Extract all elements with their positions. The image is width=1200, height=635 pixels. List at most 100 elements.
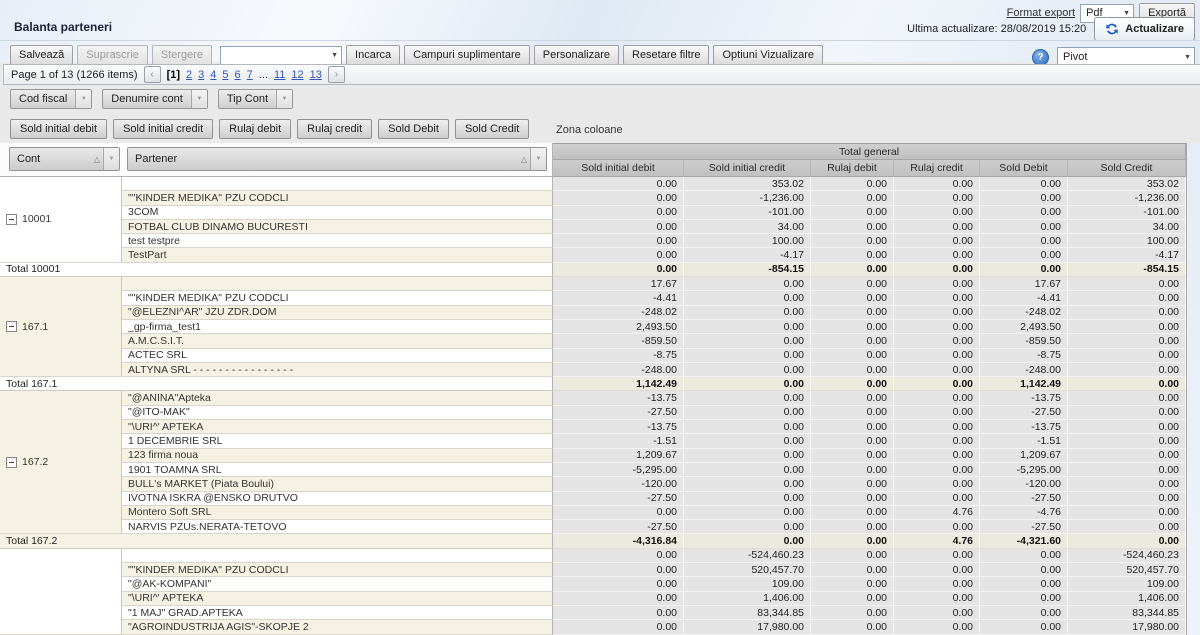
refresh-button[interactable]: Actualizare	[1094, 17, 1195, 41]
extra-fields-button[interactable]: Campuri suplimentare	[404, 45, 530, 65]
pivot-total-value: 0.00	[811, 534, 894, 548]
row-field-button[interactable]: Cont△▼	[9, 147, 120, 171]
pivot-value-cell: -4.17	[684, 248, 811, 262]
data-field-button[interactable]: Sold Debit	[378, 119, 449, 139]
pivot-column-header[interactable]: Rulaj debit	[811, 160, 894, 177]
pivot-value-cell: 0.00	[894, 549, 980, 563]
pivot-value-cell: 520,457.70	[684, 563, 811, 577]
pivot-value-cell: 0.00	[811, 291, 894, 305]
pivot-column-header[interactable]: Sold initial credit	[684, 160, 811, 177]
pivot-total-value: 0.00	[811, 263, 894, 277]
save-button[interactable]: Salvează	[10, 45, 73, 65]
load-button[interactable]: Incarca	[346, 45, 400, 65]
sort-asc-icon[interactable]: △	[518, 155, 530, 164]
pivot-value-cell: -859.50	[553, 334, 684, 348]
personalize-button[interactable]: Personalizare	[534, 45, 619, 65]
pivot-partner-cell: "@ELEZNI^AR" JZU ZDR.DOM	[122, 306, 553, 320]
pivot-group-cell	[0, 549, 122, 635]
filter-field-label: Tip Cont	[219, 90, 276, 108]
pivot-value-cell: 0.00	[980, 234, 1068, 248]
filter-field-cod-fiscal[interactable]: Cod fiscal ▼	[10, 89, 92, 109]
pivot-value-cell: 0.00	[811, 577, 894, 591]
pivot-column-header[interactable]: Sold Debit	[980, 160, 1068, 177]
pivot-value-cell: -248.02	[553, 306, 684, 320]
pivot-value-cell: 83,344.85	[1068, 606, 1186, 620]
pivot-total-value: -854.15	[684, 263, 811, 277]
pivot-value-cell: -27.50	[553, 492, 684, 506]
collapse-icon[interactable]	[6, 214, 17, 225]
pivot-value-cell: -13.75	[980, 420, 1068, 434]
sort-asc-icon[interactable]: △	[91, 155, 103, 164]
row-area-header: Cont△▼ Partener△▼	[0, 143, 553, 177]
pivot-value-cell: 109.00	[684, 577, 811, 591]
page-link[interactable]: 6	[235, 69, 241, 81]
page-link[interactable]: 11	[274, 69, 285, 81]
pivot-value-cell: 0.00	[980, 248, 1068, 262]
collapse-icon[interactable]	[6, 321, 17, 332]
data-field-button[interactable]: Rulaj debit	[219, 119, 291, 139]
refresh-icon	[1105, 22, 1119, 36]
pivot-value-cell: 0.00	[1068, 320, 1186, 334]
pivot-column-header[interactable]: Sold initial debit	[553, 160, 684, 177]
pivot-value-cell: 0.00	[811, 420, 894, 434]
help-icon[interactable]: ?	[1032, 49, 1049, 66]
delete-button[interactable]: Stergere	[152, 45, 212, 65]
page-link[interactable]: 3	[198, 69, 204, 81]
pivot-value-cell: 0.00	[1068, 391, 1186, 405]
pivot-value-cell: 17.67	[553, 277, 684, 291]
data-field-button[interactable]: Rulaj credit	[297, 119, 372, 139]
pivot-value-cell: 0.00	[553, 206, 684, 220]
pagination-label: Page 1 of 13 (1266 items)	[11, 69, 138, 81]
filter-field-tip-cont[interactable]: Tip Cont ▼	[218, 89, 293, 109]
chevron-down-icon[interactable]: ▼	[75, 90, 91, 108]
chevron-down-icon: ▼	[1123, 10, 1130, 17]
page-link[interactable]: 4	[210, 69, 216, 81]
pivot-value-cell: 0.00	[811, 492, 894, 506]
page-link[interactable]: 12	[291, 69, 303, 81]
pivot-value-cell: 0.00	[894, 563, 980, 577]
next-page-button[interactable]: ›	[328, 66, 345, 83]
reset-filters-button[interactable]: Resetare filtre	[623, 45, 709, 65]
pivot-group-cell[interactable]: 167.1	[0, 277, 122, 377]
preset-select[interactable]: ▼	[220, 46, 342, 65]
pivot-value-cell: 0.00	[894, 291, 980, 305]
pivot-value-cell: -27.50	[980, 406, 1068, 420]
pivot-partner-cell: ""KINDER MEDIKA" PZU CODCLI	[122, 191, 553, 205]
pivot-value-cell: 0.00	[1068, 306, 1186, 320]
data-field-button[interactable]: Sold initial credit	[113, 119, 213, 139]
pivot-value-cell: 0.00	[980, 220, 1068, 234]
chevron-down-icon[interactable]: ▼	[530, 148, 546, 170]
pivot-group-cell[interactable]: 167.2	[0, 391, 122, 534]
row-field-button[interactable]: Partener△▼	[127, 147, 547, 171]
collapse-icon[interactable]	[6, 457, 17, 468]
pivot-column-header[interactable]: Sold Credit	[1068, 160, 1186, 177]
pivot-value-cell: -27.50	[980, 520, 1068, 534]
pivot-value-cell: 0.00	[980, 563, 1068, 577]
overwrite-button[interactable]: Suprascrie	[77, 45, 148, 65]
filter-field-denumire-cont[interactable]: Denumire cont ▼	[102, 89, 208, 109]
pivot-value-cell: -1.51	[980, 434, 1068, 448]
pivot-value-cell: 0.00	[553, 549, 684, 563]
pivot-group-cell[interactable]: 10001	[0, 177, 122, 263]
pivot-partner-cell: TestPart	[122, 248, 553, 262]
prev-page-button[interactable]: ‹	[144, 66, 161, 83]
page-link[interactable]: 5	[222, 69, 228, 81]
pivot-value-cell: 0.00	[894, 177, 980, 191]
pivot-value-cell: 0.00	[684, 363, 811, 377]
view-options-button[interactable]: Optiuni Vizualizare	[713, 45, 823, 65]
page-link[interactable]: 7	[247, 69, 253, 81]
page-link[interactable]: 13	[310, 69, 322, 81]
pivot-total-value: -4,321.60	[980, 534, 1068, 548]
data-field-button[interactable]: Sold initial debit	[10, 119, 107, 139]
data-field-button[interactable]: Sold Credit	[455, 119, 529, 139]
page-link[interactable]: 2	[186, 69, 192, 81]
pivot-column-header[interactable]: Rulaj credit	[894, 160, 980, 177]
pivot-value-cell: 0.00	[980, 620, 1068, 634]
pivot-value-cell: 0.00	[811, 592, 894, 606]
filter-field-label: Denumire cont	[103, 90, 191, 108]
pivot-value-cell: -120.00	[980, 477, 1068, 491]
chevron-down-icon[interactable]: ▼	[191, 90, 207, 108]
data-fields-area: Sold initial debit Sold initial credit R…	[10, 119, 529, 139]
chevron-down-icon[interactable]: ▼	[103, 148, 119, 170]
chevron-down-icon[interactable]: ▼	[276, 90, 292, 108]
